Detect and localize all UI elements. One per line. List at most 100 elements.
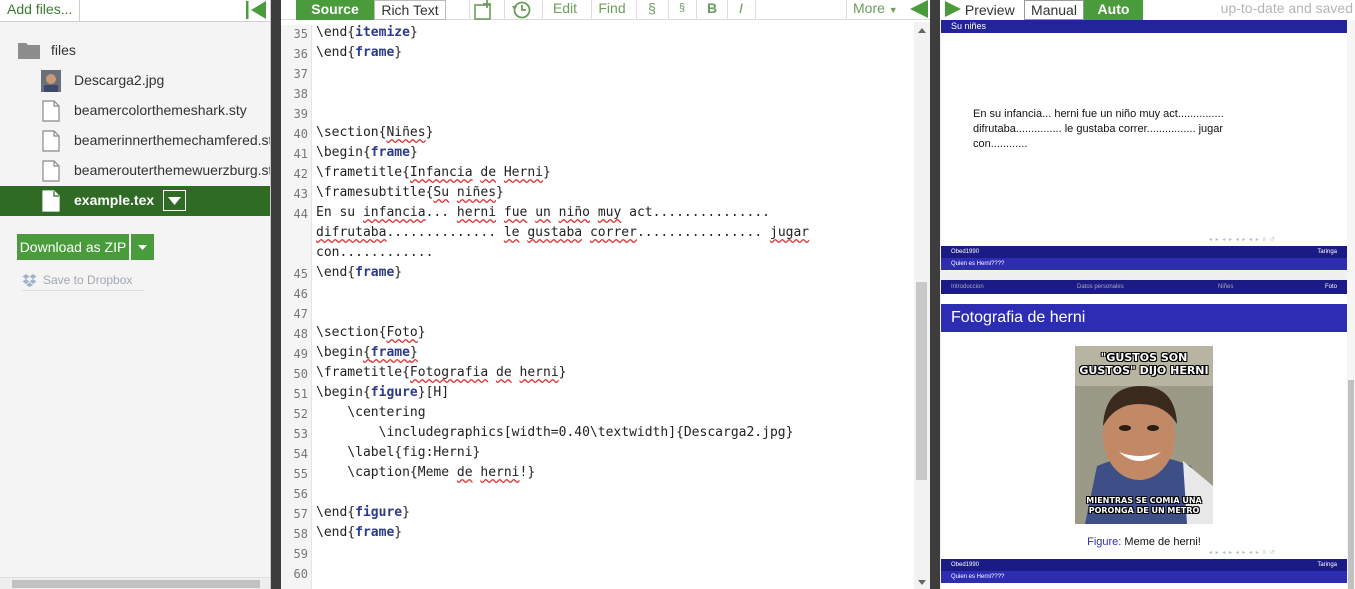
file-panel-toolbar: Add files... [0, 0, 270, 22]
find-button[interactable]: Find [592, 0, 632, 20]
code-line: \section{Foto} [316, 325, 426, 340]
more-label: More [853, 0, 885, 16]
download-options-button[interactable] [131, 234, 154, 260]
preview-vertical-scrollbar[interactable] [1347, 20, 1355, 589]
tree-item-label: example.tex [74, 192, 155, 208]
slide-footer-top: Obed1990 Taringa [941, 559, 1347, 571]
manual-toggle[interactable]: Manual [1024, 0, 1084, 20]
caret-down-icon: ▼ [888, 5, 898, 15]
image-thumbnail-icon [41, 70, 61, 92]
edit-menu[interactable]: Edit [543, 0, 587, 20]
horizontal-scrollbar[interactable] [0, 577, 270, 589]
scroll-down-icon[interactable] [918, 580, 926, 585]
insert-figure-icon[interactable] [473, 0, 495, 20]
footer-author: Obed1990 [951, 562, 980, 568]
divider [504, 0, 505, 20]
code-line: \centering [316, 405, 426, 420]
slide-page: Introduccion Datos personales Niñes Foto… [941, 280, 1347, 589]
tree-item-file[interactable]: beamerouterthemewuerzburg.sty [0, 156, 270, 186]
code-line: \begin{frame} [316, 345, 418, 360]
file-panel: Add files... files Descarga2.jpg beamerc… [0, 0, 271, 589]
slide-footer-top: Obed1990 Taringa [941, 246, 1347, 258]
nav-section: Datos personales [1077, 284, 1124, 290]
tree-item-file[interactable]: beamerinnerthemechamfered.sty [0, 126, 270, 156]
code-line: \frametitle{Fotografia de herni} [316, 365, 567, 380]
pane-splitter[interactable] [930, 0, 940, 589]
play-icon [945, 1, 961, 17]
tab-source[interactable]: Source [296, 0, 374, 20]
slide-text-line: difrutaba............... le gustaba corr… [973, 123, 1224, 135]
subsection-button[interactable]: § [669, 0, 695, 20]
tree-item-label: beamercolorthemeshark.sty [74, 102, 247, 118]
meme-image: "GUSTOS SON GUSTOS" DIJO HERNI MIENTRAS … [1075, 346, 1213, 524]
auto-toggle[interactable]: Auto [1084, 0, 1143, 20]
caret-down-icon [168, 197, 181, 205]
code-line: \section{Niñes} [316, 125, 434, 140]
beamer-nav-symbols: ◂ ▸ ◂ ▸ ◂ ▸ ◂ ▸ ≡ ↺ [1209, 237, 1276, 243]
nav-section: Niñes [1218, 284, 1234, 290]
preview-label: Preview [964, 2, 1015, 18]
nav-section-active: Foto [1325, 284, 1338, 290]
caret-down-icon [138, 245, 147, 250]
tree-item-image[interactable]: Descarga2.jpg [0, 66, 270, 96]
preview-panel: Preview Manual Auto up-to-date and saved… [940, 0, 1355, 589]
scroll-up-icon[interactable] [918, 28, 926, 33]
more-menu[interactable]: More ▼ [853, 0, 898, 19]
scrollbar-thumb[interactable] [1348, 380, 1354, 589]
dropbox-icon [22, 273, 37, 287]
code-line: \begin{figure}[H] [316, 385, 450, 400]
italic-button[interactable]: I [728, 0, 754, 20]
section-button[interactable]: § [637, 0, 667, 20]
save-status: up-to-date and saved [1220, 0, 1353, 16]
folder-icon [18, 43, 40, 59]
divider [79, 0, 80, 22]
collapse-left-icon[interactable] [244, 0, 268, 20]
code-line: \end{itemize} [316, 25, 418, 40]
footer-source: Taringa [1317, 562, 1337, 568]
file-icon [42, 190, 60, 212]
editor-toolbar: Source Rich Text Edit Find § § B I More … [281, 0, 930, 20]
slide-footer: Obed1990 Taringa Quien es Herni???? [941, 246, 1347, 270]
preview-toolbar: Preview Manual Auto up-to-date and saved [940, 0, 1355, 20]
code-area[interactable]: \end{itemize} \end{frame} \section{Niñes… [281, 25, 913, 589]
editor-panel: Source Rich Text Edit Find § § B I More … [281, 0, 930, 589]
tree-item-file-active[interactable]: example.tex [0, 186, 270, 216]
code-line: \caption{Meme de herni!} [316, 465, 536, 480]
tree-item-label: files [51, 42, 76, 58]
meme-bottom-text: MIENTRAS SE COMIA UNA PORONGA DE UN METR… [1086, 496, 1202, 515]
code-line: \end{frame} [316, 265, 403, 280]
tree-item-label: Descarga2.jpg [74, 72, 165, 88]
bold-button[interactable]: B [697, 0, 727, 20]
scrollbar-thumb[interactable] [12, 580, 260, 588]
history-icon[interactable] [511, 0, 533, 20]
code-line: \label{fig:Herni} [316, 445, 481, 460]
file-options-button[interactable] [163, 190, 186, 211]
code-line: \end{frame} [316, 525, 403, 540]
collapse-preview-icon[interactable] [908, 0, 928, 18]
pane-splitter[interactable] [271, 0, 281, 589]
file-icon [42, 100, 60, 122]
slide-section-nav: Introduccion Datos personales Niñes Foto [941, 280, 1347, 294]
code-line: \begin{frame} [316, 145, 418, 160]
tab-rich-text[interactable]: Rich Text [374, 0, 446, 20]
preview-button[interactable]: Preview [945, 0, 1015, 20]
save-to-dropbox-link[interactable]: Save to Dropbox [22, 273, 144, 291]
footer-source: Taringa [1317, 249, 1337, 255]
slide-footer: Obed1990 Taringa Quien es Herni???? [941, 559, 1347, 583]
file-icon [42, 160, 60, 182]
tree-folder-files[interactable]: files [0, 36, 270, 66]
editor-vertical-scrollbar[interactable] [914, 22, 930, 589]
nav-section: Introduccion [951, 284, 984, 290]
slide-body: En su infancia... herni fue un niño muy … [973, 107, 1224, 152]
meme-top-text: "GUSTOS SON GUSTOS" DIJO HERNI [1079, 351, 1209, 377]
divider [846, 0, 847, 20]
code-line: \framesubtitle{Su niñes} [316, 185, 504, 200]
scrollbar-thumb[interactable] [916, 282, 927, 480]
add-files-link[interactable]: Add files... [7, 0, 72, 18]
tree-item-file[interactable]: beamercolorthemeshark.sty [0, 96, 270, 126]
divider [469, 0, 470, 20]
download-zip-button[interactable]: Download as ZIP [17, 234, 129, 260]
slide-text-line: con............ [973, 138, 1028, 150]
code-line: En su infancia... herni fue un niño muy … [316, 205, 771, 220]
code-line: con............ [316, 245, 434, 260]
